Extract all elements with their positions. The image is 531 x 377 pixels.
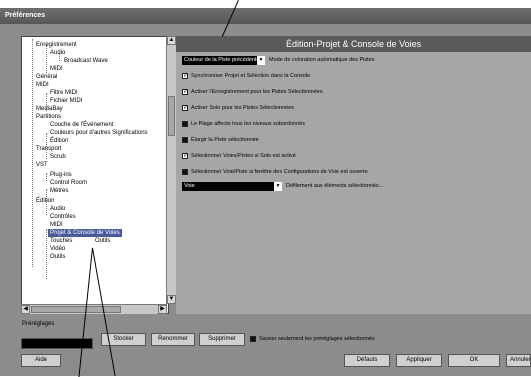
- save-selected-label: Sauver seulement les préréglages sélecti…: [259, 336, 375, 342]
- option-label: Le Plage affecte tous les niveaux subord…: [191, 121, 305, 127]
- tree-item-audio[interactable]: Audio: [50, 49, 65, 57]
- option-label: Sélectionner Voies/Pistes si Solo est ac…: [191, 153, 296, 159]
- tree-item-transport[interactable]: Transport: [36, 145, 61, 153]
- cancel-button[interactable]: Annuler: [506, 354, 531, 367]
- tree-guide-line: [46, 173, 47, 181]
- tree-item-touches[interactable]: Touches: [50, 237, 72, 245]
- scroll-mode-value: Voie: [184, 183, 195, 189]
- panel-title: Édition-Projet & Console de Voies: [286, 39, 422, 49]
- tree-item-broadcast-wave[interactable]: Broadcast Wave: [64, 57, 108, 65]
- tree-item-outils[interactable]: Outils: [50, 253, 65, 261]
- scroll-left-icon[interactable]: ◀: [21, 305, 30, 314]
- save-selected-checkbox[interactable]: [250, 336, 256, 342]
- color-mode-dropdown[interactable]: Couleur de la Piste précédente ▼: [182, 56, 265, 65]
- checkbox[interactable]: [182, 121, 188, 127]
- panel-header: Édition-Projet & Console de Voies: [176, 36, 531, 52]
- tree-item-couleurs-significations[interactable]: Couleurs pour d'autres Significations: [50, 129, 148, 137]
- checkbox[interactable]: ✓: [182, 89, 188, 95]
- tree-item-partitions[interactable]: Partitions: [36, 113, 61, 121]
- scroll-down-icon[interactable]: ▼: [167, 295, 176, 304]
- tree-item-edition-partitions[interactable]: Édition: [50, 137, 68, 145]
- chevron-down-icon[interactable]: ▼: [274, 182, 282, 191]
- tree-guide-line: [46, 229, 47, 279]
- tree-guide-line: [46, 45, 47, 73]
- rename-button[interactable]: Renommer: [151, 333, 195, 346]
- tree-item-filtre-midi[interactable]: Filtre MIDI: [50, 89, 78, 97]
- tree-item-couche-evenement[interactable]: Couche de l'Événement: [50, 121, 114, 129]
- tree-horizontal-scrollbar[interactable]: ◀ ▶: [21, 304, 167, 314]
- tree-vertical-scrollbar[interactable]: ▲ ▼: [166, 36, 176, 304]
- checkbox[interactable]: ✓: [182, 105, 188, 111]
- option-label: Élargir la Piste sélectionnée: [191, 137, 259, 143]
- tree-item-plugins[interactable]: Plug-ins: [50, 171, 72, 179]
- tree-item-midi-edition[interactable]: MIDI: [50, 221, 63, 229]
- tree-item-projet-console[interactable]: Projet & Console de Voies: [48, 229, 122, 237]
- option-label: Sélectionner Voie/Piste si fenêtre des C…: [191, 169, 368, 175]
- checkbox[interactable]: ✓: [182, 73, 188, 79]
- option-label: Activer Solo pour les Pistes Sélectionné…: [191, 105, 295, 111]
- tree-item-midi-root[interactable]: MIDI: [36, 81, 49, 89]
- scroll-thumb[interactable]: [168, 96, 175, 136]
- tree-guide-line: [32, 39, 33, 267]
- scroll-right-icon[interactable]: ▶: [158, 305, 167, 314]
- tree-item-enregistrement[interactable]: Enregistrement: [36, 41, 77, 49]
- tree-item-video[interactable]: Vidéo: [50, 245, 65, 253]
- scroll-mode-label: Défilement aux éléments sélectionnés...: [286, 183, 384, 189]
- title-bar: Préférences: [0, 8, 531, 24]
- tree-item-edition[interactable]: Édition: [36, 197, 54, 205]
- tree-item-scrub[interactable]: Scrub: [50, 153, 66, 161]
- scroll-up-icon[interactable]: ▲: [167, 36, 176, 45]
- tree-item-fichier-midi[interactable]: Fichier MIDI: [50, 97, 82, 105]
- color-mode-value: Couleur de la Piste précédente: [184, 57, 260, 63]
- preferences-tree[interactable]: Enregistrement Audio Broadcast Wave MIDI…: [21, 36, 169, 314]
- color-mode-label: Mode de coloration automatique des Piste…: [269, 57, 375, 63]
- tree-item-metres[interactable]: Mètres: [50, 187, 68, 195]
- tree-item-control-room[interactable]: Control Room: [50, 179, 87, 187]
- scroll-mode-dropdown[interactable]: Voie ▼: [182, 182, 282, 191]
- preferences-window: Préférences Enregistrement Audio Broadca…: [0, 8, 531, 376]
- defaults-button[interactable]: Défauts: [344, 354, 390, 367]
- help-button[interactable]: Aide: [21, 354, 61, 367]
- option-label: Activer l'Enregistrement pour les Pistes…: [191, 89, 323, 95]
- checkbox[interactable]: [182, 137, 188, 143]
- chevron-down-icon[interactable]: ▼: [257, 56, 265, 65]
- tree-item-outils-overlap[interactable]: Outils: [95, 237, 110, 245]
- tree-item-vst[interactable]: VST: [36, 161, 48, 169]
- apply-button[interactable]: Appliquer: [396, 354, 442, 367]
- presets-label: Préréglages: [22, 321, 55, 327]
- option-label: Synchroniser Projet et Sélection dans la…: [191, 73, 311, 79]
- scroll-thumb-horizontal[interactable]: [31, 306, 121, 313]
- delete-button[interactable]: Supprimer: [199, 333, 245, 346]
- tree-item-audio-edition[interactable]: Audio: [50, 205, 65, 213]
- tree-item-general[interactable]: Général: [36, 73, 57, 81]
- checkbox[interactable]: ✓: [182, 153, 188, 159]
- tree-item-midi[interactable]: MIDI: [50, 65, 63, 73]
- tree-item-controles[interactable]: Contrôles: [50, 213, 76, 221]
- checkbox[interactable]: [182, 169, 188, 175]
- tree-item-mediabay[interactable]: MediaBay: [36, 105, 63, 113]
- window-title: Préférences: [5, 12, 46, 19]
- ok-button[interactable]: OK: [448, 354, 500, 367]
